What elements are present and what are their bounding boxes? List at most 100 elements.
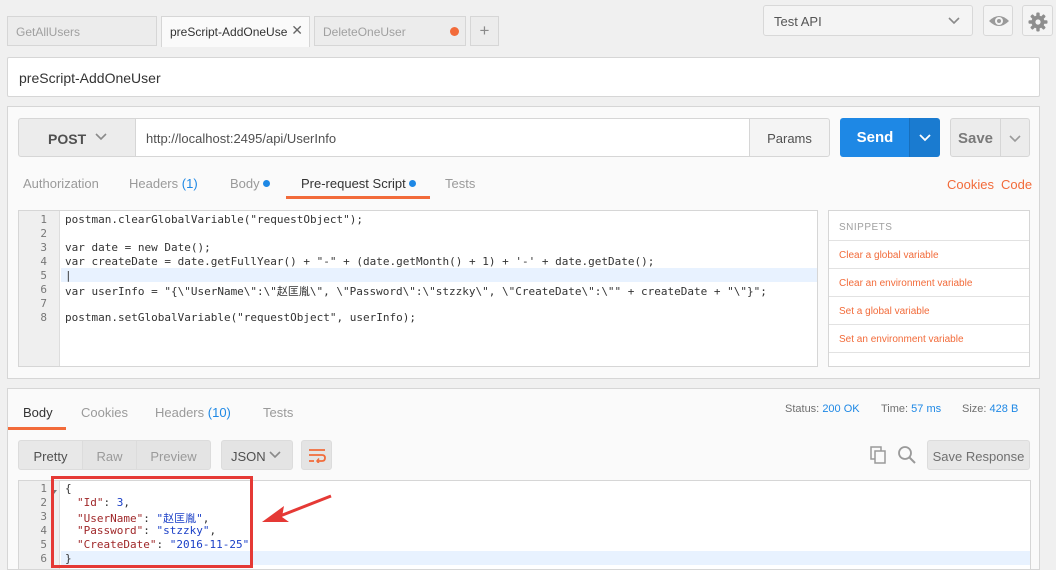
line-number: 8 (40, 311, 47, 324)
active-tab-indicator (8, 427, 66, 430)
code-line: postman.setGlobalVariable("requestObject… (65, 311, 416, 324)
tab-label: DeleteOneUser (323, 25, 406, 39)
environment-quick-look-button[interactable] (983, 5, 1013, 36)
save-options-button[interactable] (1000, 118, 1030, 157)
modified-dot-icon (262, 180, 270, 187)
snippet-clear-environment-variable[interactable]: Clear an environment variable (829, 268, 1029, 296)
chevron-down-icon (919, 134, 931, 142)
line-number: 4 (40, 255, 47, 268)
line-number: 7 (40, 297, 47, 310)
line-number: 3 (40, 241, 47, 254)
text-cursor: | (65, 269, 72, 282)
line-number: 5 (40, 269, 47, 282)
unsaved-dot-icon (450, 27, 459, 36)
response-tab-cookies[interactable]: Cookies (81, 405, 128, 420)
cookies-link[interactable]: Cookies (947, 177, 994, 192)
time-value: 57 ms (911, 403, 942, 415)
snippet-clear-global-variable[interactable]: Clear a global variable (829, 240, 1029, 268)
line-number: 4 (40, 524, 47, 537)
line-number: 5 (40, 538, 47, 551)
status-readout: Status: 200 OK (785, 403, 860, 415)
save-button[interactable]: Save (950, 118, 1001, 157)
chevron-down-icon (1009, 135, 1021, 143)
headers-count: (1) (181, 176, 198, 191)
gear-icon (1028, 12, 1048, 32)
modified-dot-icon (408, 180, 416, 187)
snippet-set-global-variable[interactable]: Set a global variable (829, 296, 1029, 324)
view-pretty-button[interactable]: Pretty (18, 440, 83, 470)
chevron-down-icon (93, 128, 109, 147)
url-input[interactable]: http://localhost:2495/api/UserInfo (135, 118, 750, 157)
line-number: 2 (40, 496, 47, 509)
tab-authorization-label: Authorization (23, 176, 99, 191)
copy-icon[interactable] (869, 445, 889, 465)
save-response-button[interactable]: Save Response (927, 440, 1030, 470)
params-button[interactable]: Params (749, 118, 830, 157)
response-tab-body[interactable]: Body (23, 405, 53, 420)
environment-select[interactable]: Test API (763, 5, 973, 36)
snippet-set-environment-variable[interactable]: Set an environment variable (829, 324, 1029, 352)
annotation-highlight-box (51, 476, 253, 568)
code-line: postman.clearGlobalVariable("requestObje… (65, 213, 364, 226)
pre-request-script-editor[interactable]: 1 2 3 4 5 6 7 8 postman.clearGlobalVaria… (18, 210, 818, 367)
format-label: JSON (231, 449, 266, 464)
view-preview-button[interactable]: Preview (136, 440, 211, 470)
snippets-panel: SNIPPETS Clear a global variable Clear a… (828, 210, 1030, 367)
request-name[interactable]: preScript-AddOneUser (7, 57, 1040, 97)
wrap-lines-icon (309, 449, 326, 463)
close-icon[interactable]: ✕ (291, 22, 303, 39)
line-number: 6 (40, 283, 47, 296)
tab-headers-label: Headers (129, 176, 179, 191)
tab-deleteoneuser[interactable]: DeleteOneUser (314, 16, 466, 46)
eye-icon (989, 16, 1009, 26)
line-number: 6 (40, 552, 47, 565)
send-options-button[interactable] (909, 118, 940, 157)
method-label: POST (48, 131, 87, 147)
response-tab-headers[interactable]: Headers (10) (155, 405, 231, 420)
tab-prescript-addoneuser[interactable]: preScript-AddOneUse ✕ (161, 16, 310, 47)
tab-label: GetAllUsers (16, 25, 81, 39)
wrap-lines-button[interactable] (301, 440, 332, 470)
tab-tests-label: Tests (445, 176, 476, 191)
snippets-heading: SNIPPETS (839, 222, 893, 233)
tab-body-label: Body (230, 176, 260, 191)
chevron-down-icon (267, 446, 283, 465)
annotation-arrow-icon (262, 494, 332, 522)
manage-environments-button[interactable] (1022, 5, 1053, 36)
environment-label: Test API (774, 14, 822, 29)
response-tab-headers-label: Headers (155, 405, 205, 420)
size-label: Size: (962, 403, 987, 415)
active-tab-indicator (286, 196, 430, 199)
response-headers-count: (10) (207, 405, 231, 420)
tab-label: preScript-AddOneUse (170, 25, 288, 39)
view-raw-button[interactable]: Raw (82, 440, 137, 470)
status-label: Status: (785, 403, 820, 415)
time-readout: Time: 57 ms (881, 403, 941, 415)
code-link[interactable]: Code (1001, 177, 1032, 192)
tab-getallusers[interactable]: GetAllUsers (7, 16, 157, 46)
new-tab-button[interactable]: + (470, 16, 499, 46)
tab-headers[interactable]: Headers (1) (129, 176, 198, 191)
line-number: 1 (40, 482, 47, 495)
status-value: 200 OK (822, 403, 860, 415)
code-line: var userInfo = "{\"UserName\":\"赵匡胤\", \… (65, 285, 767, 298)
line-number: 2 (40, 227, 47, 240)
search-icon[interactable] (897, 445, 917, 465)
response-tab-tests[interactable]: Tests (263, 405, 293, 420)
tab-body[interactable]: Body (230, 176, 270, 191)
time-label: Time: (881, 403, 909, 415)
size-readout: Size: 428 B (962, 403, 1018, 415)
send-button[interactable]: Send (840, 118, 910, 157)
line-number: 3 (40, 510, 47, 523)
line-number: 1 (40, 213, 47, 226)
code-line: var createDate = date.getFullYear() + "-… (65, 255, 655, 268)
chevron-down-icon (946, 12, 962, 31)
tab-pre-request-script[interactable]: Pre-request Script (301, 176, 416, 191)
method-select[interactable]: POST (18, 118, 136, 157)
tab-tests[interactable]: Tests (445, 176, 475, 191)
size-value: 428 B (989, 403, 1019, 415)
snippet-divider (829, 352, 1029, 367)
current-line-highlight (61, 268, 817, 282)
format-select[interactable]: JSON (221, 440, 293, 470)
tab-authorization[interactable]: Authorization (23, 176, 99, 191)
